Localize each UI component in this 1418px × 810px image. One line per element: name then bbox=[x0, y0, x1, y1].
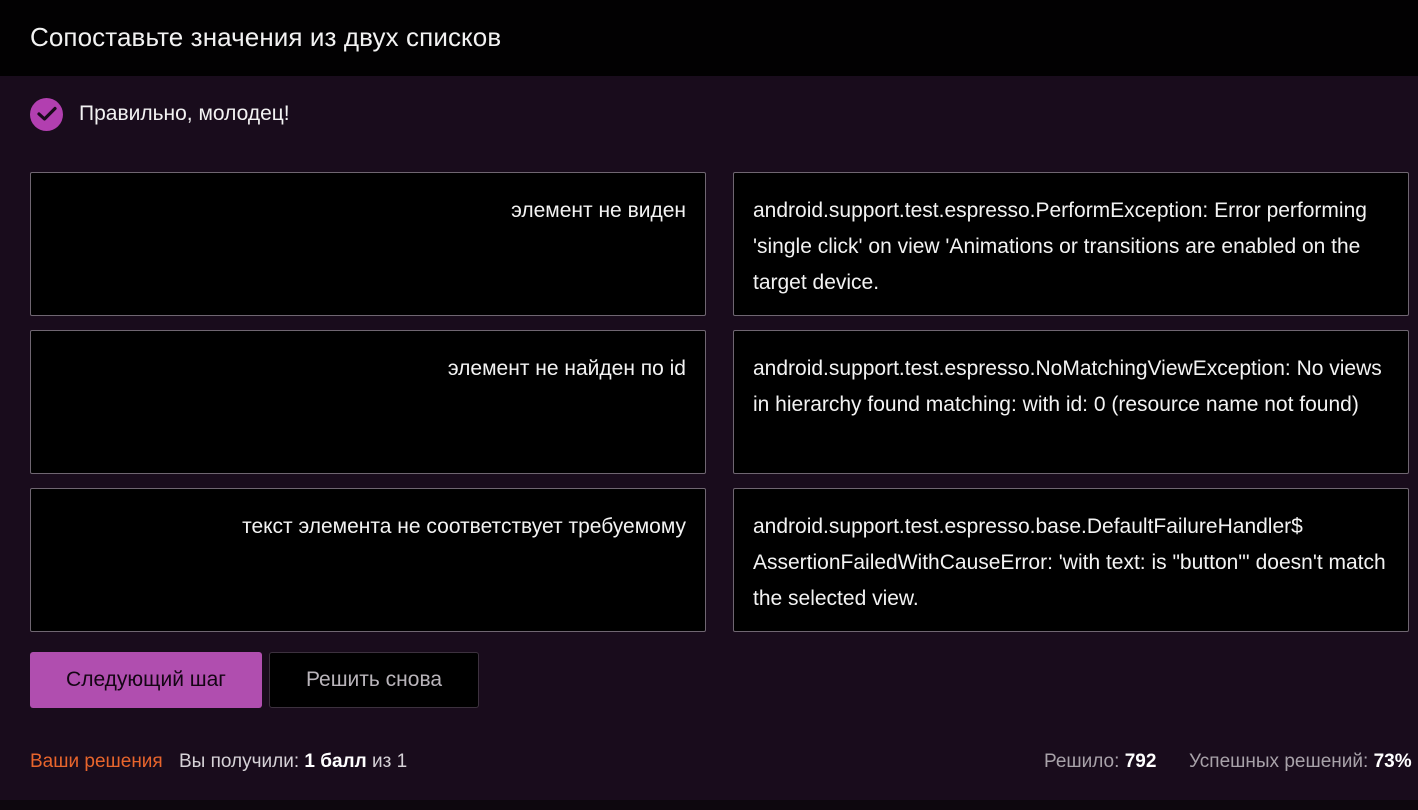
left-option-text: текст элемента не соответствует требуемо… bbox=[242, 515, 686, 538]
right-option-text: android.support.test.espresso.NoMatching… bbox=[753, 357, 1382, 416]
right-option-text: android.support.test.espresso.PerformExc… bbox=[753, 199, 1367, 294]
check-circle-icon bbox=[30, 97, 63, 131]
success-label: Успешных решений: bbox=[1189, 751, 1369, 772]
right-option-3[interactable]: android.support.test.espresso.base.Defau… bbox=[733, 488, 1409, 632]
status-text: Правильно, молодец! bbox=[79, 102, 290, 125]
next-step-button[interactable]: Следующий шаг bbox=[30, 652, 262, 708]
solve-again-button[interactable]: Решить снова bbox=[269, 652, 479, 708]
right-option-text: android.support.test.espresso.base.Defau… bbox=[753, 515, 1386, 610]
right-option-2[interactable]: android.support.test.espresso.NoMatching… bbox=[733, 330, 1409, 474]
page-title: Сопоставьте значения из двух списков bbox=[30, 22, 502, 52]
success-value: 73% bbox=[1373, 751, 1412, 772]
solved-count: Решило: 792 bbox=[1044, 751, 1156, 773]
left-option-2[interactable]: элемент не найден по id bbox=[30, 330, 706, 474]
bottom-divider bbox=[0, 800, 1418, 810]
score-summary: Вы получили: 1 балл из 1 bbox=[179, 751, 407, 773]
solved-label: Решило: bbox=[1044, 751, 1120, 772]
step-header: Сопоставьте значения из двух списков bbox=[0, 0, 1418, 76]
left-option-text: элемент не виден bbox=[511, 199, 686, 222]
score-value: 1 балл bbox=[304, 751, 367, 772]
score-label: Вы получили: bbox=[179, 751, 300, 772]
left-option-1[interactable]: элемент не виден bbox=[30, 172, 706, 316]
your-solutions-link[interactable]: Ваши решения bbox=[30, 751, 163, 773]
result-status: Правильно, молодец! bbox=[30, 97, 290, 131]
score-of: из 1 bbox=[371, 751, 408, 772]
left-option-text: элемент не найден по id bbox=[447, 357, 686, 380]
left-option-3[interactable]: текст элемента не соответствует требуемо… bbox=[30, 488, 706, 632]
right-option-1[interactable]: android.support.test.espresso.PerformExc… bbox=[733, 172, 1409, 316]
solved-value: 792 bbox=[1124, 751, 1157, 772]
success-rate: Успешных решений: 73% bbox=[1189, 751, 1412, 773]
